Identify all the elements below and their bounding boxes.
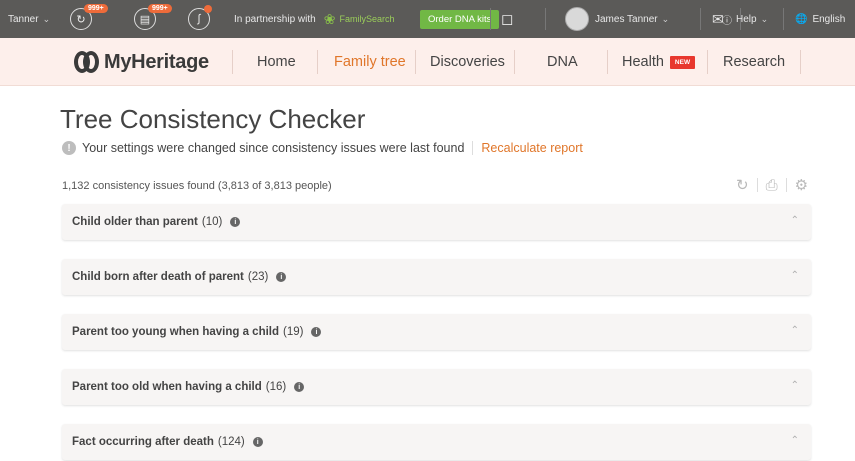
documents-button[interactable]: ▤ 999+ (134, 0, 172, 38)
chevron-up-icon[interactable]: ⌃ (791, 270, 799, 281)
nav-research-label: Research (723, 54, 786, 70)
issue-row-child-born-after-death[interactable]: Child born after death of parent (23) i … (62, 259, 811, 295)
nav-health-label: Health (622, 54, 664, 70)
avatar (565, 7, 589, 31)
main-nav: MyHeritage Home Family tree Discoveries … (0, 38, 855, 86)
divider (490, 8, 491, 30)
nav-research[interactable]: Research (723, 38, 785, 86)
chevron-down-icon: ⌄ (760, 13, 769, 24)
divider (472, 141, 474, 155)
recalculate-report-link[interactable]: Recalculate report (481, 141, 582, 155)
user-name: Tanner (8, 13, 39, 25)
cart-icon: ◻ (501, 11, 514, 28)
order-dna-button[interactable]: Order DNA kits (420, 0, 500, 38)
issue-row-child-older-than-parent[interactable]: Child older than parent (10) i ⌃ (62, 204, 811, 240)
documents-badge: 999+ (148, 4, 172, 13)
dna-icon: ∫ (188, 5, 212, 30)
info-icon[interactable]: i (311, 327, 322, 337)
top-bar: Tanner ⌄ ↻ 999+ ▤ 999+ ∫ In partnership … (0, 0, 855, 38)
logo-icon (74, 51, 100, 73)
new-badge: NEW (669, 55, 696, 69)
issue-count: (10) (201, 216, 223, 228)
language-label: English (812, 13, 846, 25)
order-dna-label: Order DNA kits (420, 9, 500, 29)
nav-discoveries[interactable]: Discoveries (430, 38, 505, 86)
settings-icon[interactable]: ⚙ (795, 176, 808, 194)
issue-count: (124) (217, 436, 245, 448)
nav-family-tree-label: Family tree (334, 54, 406, 70)
divider (700, 8, 701, 30)
issue-row-parent-too-young[interactable]: Parent too young when having a child (19… (62, 314, 811, 350)
familysearch-logo: FamilySearch (339, 14, 395, 24)
help-icon: ⓘ (722, 15, 732, 27)
info-icon[interactable]: i (230, 217, 241, 227)
divider (317, 50, 318, 74)
cart-button[interactable]: ◻ (501, 0, 513, 38)
issue-count: (16) (265, 381, 287, 393)
chevron-down-icon: ⌄ (42, 13, 51, 24)
account-menu[interactable]: James Tanner ⌄ (565, 0, 669, 38)
divider (800, 50, 801, 74)
page-title: Tree Consistency Checker (60, 104, 366, 134)
sync-badge: 999+ (84, 4, 108, 13)
nav-health[interactable]: Health NEW (622, 38, 696, 86)
help-label: Help (736, 13, 757, 25)
nav-family-tree[interactable]: Family tree (334, 38, 406, 86)
alert-icon: ! (62, 141, 76, 155)
nav-home[interactable]: Home (257, 38, 296, 86)
sync-button[interactable]: ↻ 999+ (70, 0, 108, 38)
nav-home-label: Home (257, 54, 296, 70)
sync-icon: ↻ 999+ (70, 4, 108, 30)
notice-text: Your settings were changed since consist… (82, 141, 465, 155)
language-menu[interactable]: 🌐 English (795, 0, 845, 38)
info-icon[interactable]: i (276, 272, 287, 282)
issue-name: Child older than parent (72, 216, 198, 228)
globe-icon: 🌐 (795, 13, 808, 25)
chevron-up-icon[interactable]: ⌃ (791, 325, 799, 336)
issues-summary: 1,132 consistency issues found (3,813 of… (62, 180, 332, 192)
divider (545, 8, 546, 30)
divider (415, 50, 416, 74)
nav-dna-label: DNA (547, 54, 578, 70)
divider (783, 8, 784, 30)
divider (707, 50, 708, 74)
nav-discoveries-label: Discoveries (430, 54, 505, 70)
user-menu[interactable]: Tanner ⌄ (8, 0, 50, 38)
notification-dot (204, 5, 212, 13)
refresh-icon[interactable]: ↻ (736, 176, 749, 194)
issue-name: Fact occurring after death (72, 436, 214, 448)
help-menu[interactable]: ⓘ Help ⌄ (722, 0, 768, 38)
familysearch-partnership[interactable]: In partnership with ❀ FamilySearch (234, 0, 394, 38)
issue-name: Parent too young when having a child (72, 326, 280, 338)
chevron-up-icon[interactable]: ⌃ (791, 215, 799, 226)
issue-row-fact-after-death[interactable]: Fact occurring after death (124) i ⌃ (62, 424, 811, 460)
issue-count: (23) (247, 271, 269, 283)
chevron-up-icon[interactable]: ⌃ (791, 380, 799, 391)
info-icon[interactable]: i (294, 382, 305, 392)
divider (756, 178, 758, 192)
print-icon[interactable]: ⎙ (766, 177, 778, 194)
nav-dna[interactable]: DNA (547, 38, 578, 86)
chevron-down-icon: ⌄ (661, 13, 670, 24)
divider (514, 50, 515, 74)
issue-name: Child born after death of parent (72, 271, 244, 283)
settings-notice: ! Your settings were changed since consi… (62, 140, 583, 156)
brand-name: MyHeritage (104, 50, 209, 73)
toolbar: ↻ ⎙ ⚙ (736, 176, 808, 195)
issue-row-parent-too-old[interactable]: Parent too old when having a child (16) … (62, 369, 811, 405)
chevron-up-icon[interactable]: ⌃ (791, 435, 799, 446)
divider (607, 50, 608, 74)
info-icon[interactable]: i (252, 437, 263, 447)
familysearch-tree-icon: ❀ (323, 10, 336, 27)
divider (232, 50, 233, 74)
account-name: James Tanner (595, 13, 658, 25)
issue-name: Parent too old when having a child (72, 381, 262, 393)
divider (785, 178, 787, 192)
partnership-text: In partnership with (234, 13, 316, 25)
myheritage-logo[interactable]: MyHeritage (74, 48, 209, 76)
issue-count: (19) (283, 326, 304, 338)
doc-icon: ▤ 999+ (134, 4, 172, 30)
dna-button[interactable]: ∫ (188, 0, 212, 38)
